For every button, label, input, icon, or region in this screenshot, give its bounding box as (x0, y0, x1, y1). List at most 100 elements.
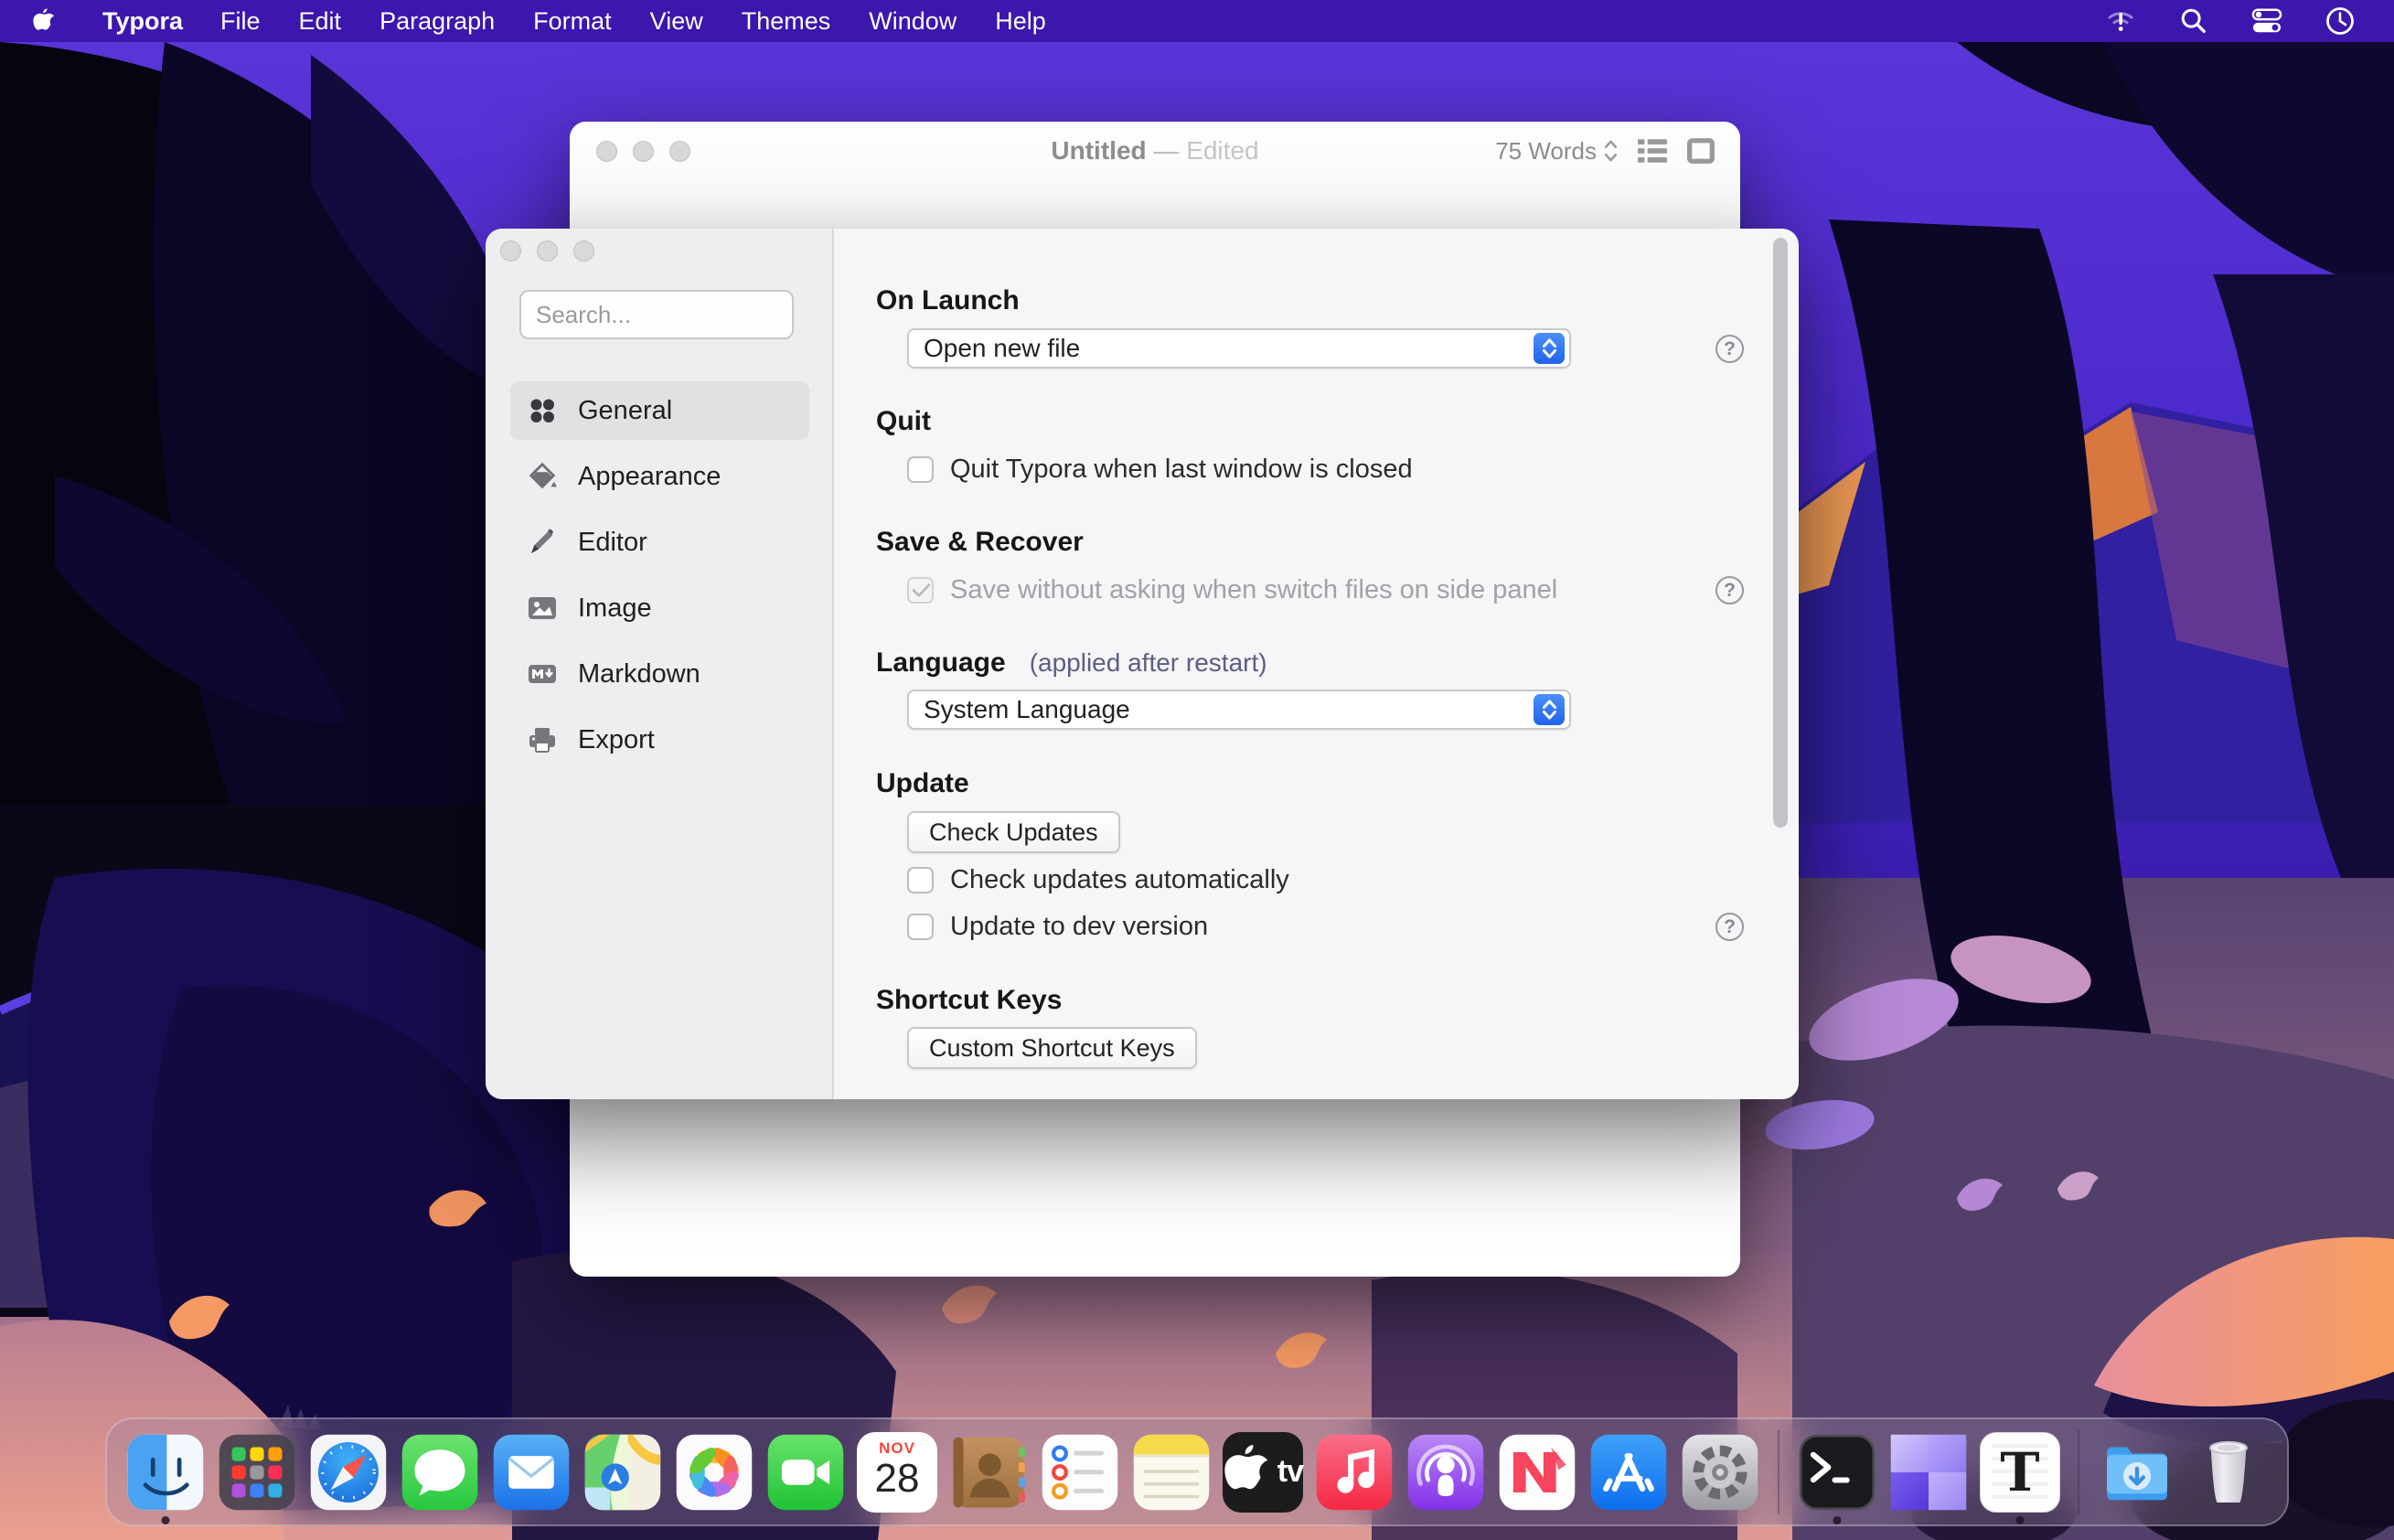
sidebar-item-appearance[interactable]: Appearance (510, 447, 809, 506)
save-without-asking-checkbox[interactable] (907, 577, 934, 604)
sidebar-item-export[interactable]: Export (510, 711, 809, 769)
edited-label: Edited (1186, 136, 1258, 165)
dock-icon-launchpad[interactable] (217, 1432, 297, 1513)
section-heading-on-launch: On Launch (876, 285, 1020, 316)
word-count-control[interactable]: 75 Words (1495, 137, 1618, 166)
on-launch-select-value: Open new file (924, 334, 1080, 363)
preferences-nav: General Appearance Edi (510, 381, 809, 769)
preferences-content: On Launch Open new file ? Quit Quit Typo… (834, 229, 1799, 1099)
dock-icon-mail[interactable] (491, 1432, 572, 1513)
dock-icon-typora[interactable]: T (1980, 1432, 2060, 1513)
apple-menu[interactable] (33, 5, 60, 37)
select-stepper-icon (1534, 333, 1565, 364)
update-dev-help-icon[interactable]: ? (1715, 913, 1744, 941)
dock-icon-system-settings[interactable] (1680, 1432, 1760, 1513)
outline-list-icon[interactable] (1638, 138, 1667, 164)
preferences-window: General Appearance Edi (486, 229, 1799, 1099)
dock-divider (1778, 1430, 1779, 1514)
control-center-icon[interactable] (2251, 5, 2282, 37)
quit-checkbox[interactable] (907, 456, 934, 483)
menu-help[interactable]: Help (976, 7, 1065, 36)
dock-icon-app-store[interactable] (1588, 1432, 1669, 1513)
quit-checkbox-label: Quit Typora when last window is closed (950, 455, 1413, 485)
prefs-zoom-button[interactable] (573, 241, 594, 262)
check-updates-button[interactable]: Check Updates (907, 811, 1120, 853)
sidebar-item-label: Editor (578, 528, 647, 558)
sidebar-item-editor[interactable]: Editor (510, 513, 809, 572)
section-heading-update: Update (876, 768, 969, 799)
preferences-sidebar: General Appearance Edi (486, 229, 834, 1099)
running-indicator (162, 1516, 170, 1524)
menu-edit[interactable]: Edit (280, 7, 361, 36)
on-launch-select[interactable]: Open new file (907, 328, 1571, 369)
minimize-button[interactable] (633, 141, 654, 162)
save-recover-help-icon[interactable]: ? (1715, 576, 1744, 604)
wifi-warning-icon[interactable] (2105, 5, 2136, 37)
check-updates-auto-label: Check updates automatically (950, 865, 1289, 895)
dock-icon-downloads[interactable] (2097, 1432, 2177, 1513)
spotlight-search-icon[interactable] (2178, 5, 2209, 37)
stepper-chevrons-icon (1604, 139, 1618, 163)
section-heading-shortcut-keys: Shortcut Keys (876, 985, 1062, 1016)
sidebar-item-markdown[interactable]: Markdown (510, 645, 809, 703)
dock-icon-safari[interactable] (308, 1432, 389, 1513)
sidebar-panel-icon[interactable] (1687, 138, 1715, 164)
search-input[interactable] (519, 290, 794, 339)
menu-view[interactable]: View (631, 7, 722, 36)
dock-icon-facetime[interactable] (765, 1432, 846, 1513)
document-titlebar[interactable]: Untitled — Edited 75 Words (570, 122, 1740, 180)
on-launch-help-icon[interactable]: ? (1715, 335, 1744, 363)
prefs-close-button[interactable] (500, 241, 521, 262)
menu-paragraph[interactable]: Paragraph (360, 7, 514, 36)
dock-icon-trash[interactable] (2188, 1432, 2269, 1513)
clock-icon[interactable] (2325, 5, 2356, 37)
close-button[interactable] (596, 141, 617, 162)
sidebar-item-label: Export (578, 725, 655, 755)
custom-shortcut-keys-button[interactable]: Custom Shortcut Keys (907, 1027, 1197, 1069)
dock-divider (2078, 1430, 2079, 1514)
dock-icon-terminal[interactable] (1797, 1432, 1877, 1513)
calendar-month-label: NOV (879, 1439, 915, 1458)
dock-icon-podcasts[interactable] (1405, 1432, 1486, 1513)
dock-icon-wallpaper-image[interactable] (1888, 1432, 1969, 1513)
running-indicator (1833, 1516, 1842, 1524)
zoom-button[interactable] (669, 141, 690, 162)
dock-icon-reminders[interactable] (1040, 1432, 1120, 1513)
section-heading-quit: Quit (876, 406, 931, 437)
menu-app-name[interactable]: Typora (84, 7, 201, 36)
dock-icon-maps[interactable] (582, 1432, 663, 1513)
language-select[interactable]: System Language (907, 690, 1571, 730)
menu-file[interactable]: File (201, 7, 280, 36)
document-title-name: Untitled (1051, 136, 1146, 165)
dock-icon-photos[interactable] (674, 1432, 754, 1513)
dock-icon-music[interactable] (1314, 1432, 1395, 1513)
menu-window[interactable]: Window (850, 7, 976, 36)
save-without-asking-label: Save without asking when switch files on… (950, 575, 1557, 605)
dock-icon-apple-tv[interactable]: tv (1223, 1432, 1303, 1513)
select-stepper-icon (1534, 694, 1565, 725)
image-icon (527, 593, 558, 624)
tv-label: tv (1277, 1454, 1303, 1490)
sidebar-item-label: Image (578, 594, 652, 624)
sidebar-item-image[interactable]: Image (510, 579, 809, 637)
update-dev-checkbox[interactable] (907, 914, 934, 940)
dock-icon-contacts[interactable] (948, 1432, 1029, 1513)
dock-icon-calendar[interactable]: NOV 28 (857, 1432, 937, 1513)
apple-icon (33, 7, 57, 35)
dock-icon-notes[interactable] (1131, 1432, 1212, 1513)
dock-icon-news[interactable] (1497, 1432, 1577, 1513)
menu-format[interactable]: Format (514, 7, 631, 36)
desktop: Typora File Edit Paragraph Format View T… (0, 0, 2394, 1540)
markdown-icon (527, 658, 558, 690)
paint-bucket-icon (527, 461, 558, 492)
prefs-minimize-button[interactable] (537, 241, 558, 262)
dock: NOV 28 (105, 1417, 2289, 1526)
sidebar-item-general[interactable]: General (510, 381, 809, 440)
apple-logo-glyph (1223, 1432, 1274, 1513)
scrollbar-thumb[interactable] (1773, 238, 1788, 828)
dock-icon-finder[interactable] (125, 1432, 206, 1513)
menu-bar: Typora File Edit Paragraph Format View T… (0, 0, 2394, 42)
menu-themes[interactable]: Themes (722, 7, 850, 36)
check-updates-auto-checkbox[interactable] (907, 867, 934, 893)
dock-icon-messages[interactable] (400, 1432, 480, 1513)
